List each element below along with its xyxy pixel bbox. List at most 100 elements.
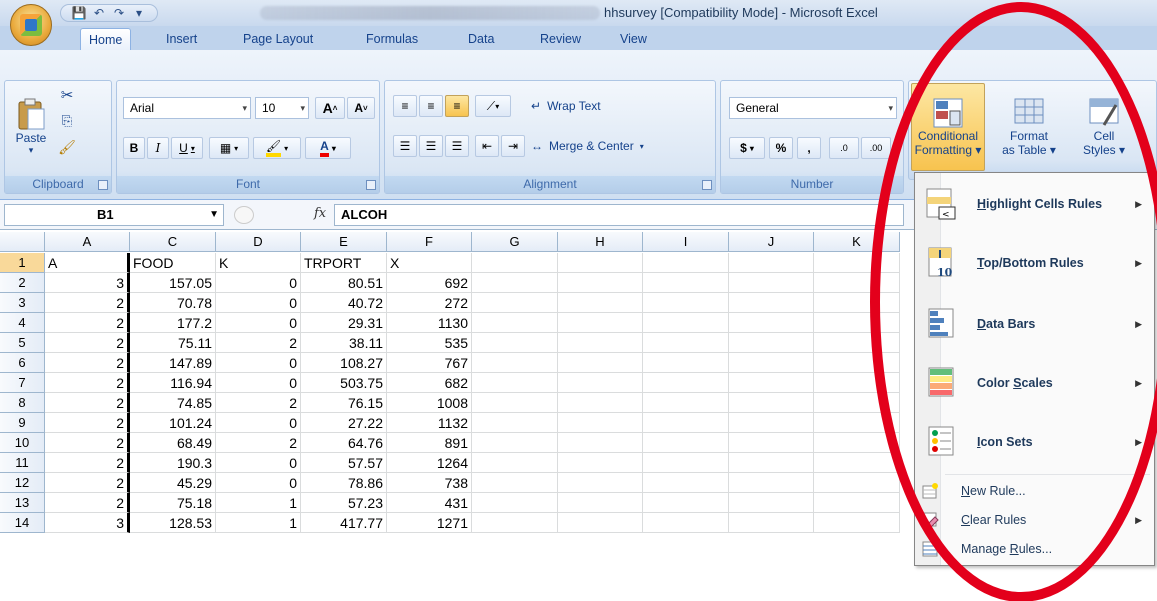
shrink-font-button[interactable]: A ˅ [347, 97, 375, 119]
row-header[interactable]: 13 [0, 493, 45, 513]
cell[interactable] [558, 293, 643, 313]
cell[interactable]: 2 [45, 333, 130, 353]
column-header[interactable]: G [472, 232, 558, 252]
cell[interactable]: 767 [387, 353, 472, 373]
office-button[interactable] [10, 4, 52, 46]
cell[interactable] [729, 473, 814, 493]
cell[interactable]: 75.11 [130, 333, 216, 353]
cell[interactable]: 108.27 [301, 353, 387, 373]
cell[interactable]: FOOD [130, 253, 216, 273]
cell[interactable] [729, 253, 814, 273]
cell[interactable] [814, 393, 900, 413]
cell[interactable] [729, 513, 814, 533]
align-top-icon[interactable]: ≡ [393, 95, 417, 117]
cell[interactable] [814, 413, 900, 433]
decrease-decimal-button[interactable]: .00 [861, 137, 891, 159]
borders-button[interactable]: ▦ ▾ [209, 137, 249, 159]
cell[interactable] [558, 313, 643, 333]
cell[interactable]: 45.29 [130, 473, 216, 493]
cell[interactable]: 682 [387, 373, 472, 393]
cell[interactable]: 1264 [387, 453, 472, 473]
cell[interactable] [729, 333, 814, 353]
cell[interactable] [643, 313, 729, 333]
cell[interactable] [814, 373, 900, 393]
cell[interactable] [814, 313, 900, 333]
cell[interactable]: 64.76 [301, 433, 387, 453]
comma-button[interactable]: , [797, 137, 821, 159]
save-icon[interactable]: 💾 [71, 6, 87, 20]
cell[interactable]: K [216, 253, 301, 273]
percent-button[interactable]: % [769, 137, 793, 159]
font-name-select[interactable]: Arial ▾ [123, 97, 251, 119]
cell[interactable] [729, 493, 814, 513]
row-header[interactable]: 2 [0, 273, 45, 293]
name-box[interactable]: B1 ▼ [4, 204, 224, 226]
cell[interactable] [472, 333, 558, 353]
cell[interactable] [643, 273, 729, 293]
cell[interactable] [472, 513, 558, 533]
cell[interactable] [472, 413, 558, 433]
cell[interactable]: 1130 [387, 313, 472, 333]
cell[interactable]: 190.3 [130, 453, 216, 473]
align-middle-icon[interactable]: ≡ [419, 95, 443, 117]
cell[interactable]: 535 [387, 333, 472, 353]
cell[interactable]: 40.72 [301, 293, 387, 313]
font-size-select[interactable]: 10 ▾ [255, 97, 309, 119]
cell[interactable]: TRPORT [301, 253, 387, 273]
bold-button[interactable]: B [123, 137, 145, 159]
cell[interactable] [814, 293, 900, 313]
cell[interactable] [472, 473, 558, 493]
cell[interactable] [643, 373, 729, 393]
menu-item-color-scales[interactable]: Color Scales ▶ [915, 354, 1154, 412]
cell[interactable]: 692 [387, 273, 472, 293]
cell[interactable]: 78.86 [301, 473, 387, 493]
insert-function-icon[interactable]: fx [314, 206, 326, 221]
cell[interactable] [814, 433, 900, 453]
cell[interactable] [814, 473, 900, 493]
cell[interactable] [814, 513, 900, 533]
cell[interactable]: 0 [216, 413, 301, 433]
cell[interactable] [558, 253, 643, 273]
cell[interactable]: 1 [216, 513, 301, 533]
cell[interactable]: 431 [387, 493, 472, 513]
cell[interactable]: 2 [45, 433, 130, 453]
cell[interactable]: 27.22 [301, 413, 387, 433]
cell[interactable]: 68.49 [130, 433, 216, 453]
menu-item-new-rule[interactable]: New Rule... [915, 477, 1154, 505]
fill-color-button[interactable]: 🖌 ▾ [253, 137, 301, 159]
font-color-button[interactable]: A ▾ [305, 137, 351, 159]
cell[interactable]: 116.94 [130, 373, 216, 393]
cell[interactable] [729, 353, 814, 373]
cell[interactable]: 0 [216, 453, 301, 473]
cell[interactable] [643, 253, 729, 273]
cell[interactable] [643, 473, 729, 493]
cell[interactable]: 29.31 [301, 313, 387, 333]
cell[interactable] [729, 413, 814, 433]
cell[interactable]: 57.23 [301, 493, 387, 513]
cell[interactable]: X [387, 253, 472, 273]
formula-input[interactable]: ALCOH [334, 204, 904, 226]
cell[interactable]: 3 [45, 273, 130, 293]
menu-item-data-bars[interactable]: Data Bars ▶ [915, 295, 1154, 353]
wrap-text-button[interactable]: ↵ Wrap Text [531, 95, 601, 117]
customize-qat-icon[interactable]: ▾ [131, 6, 147, 20]
cell[interactable] [558, 353, 643, 373]
cell[interactable]: 417.77 [301, 513, 387, 533]
increase-decimal-button[interactable]: .0 [829, 137, 859, 159]
cell[interactable] [558, 393, 643, 413]
tab-view[interactable]: View [612, 28, 655, 50]
cell[interactable]: 70.78 [130, 293, 216, 313]
menu-item-highlight-cells-rules[interactable]: < Highlight Cells Rules ▶ [915, 175, 1154, 233]
grow-font-button[interactable]: A ˄ [315, 97, 345, 119]
tab-page-layout[interactable]: Page Layout [235, 28, 321, 50]
column-header[interactable]: H [558, 232, 643, 252]
tab-data[interactable]: Data [460, 28, 502, 50]
row-header[interactable]: 10 [0, 433, 45, 453]
cell[interactable]: 3 [45, 513, 130, 533]
cell[interactable] [558, 433, 643, 453]
align-left-icon[interactable]: ☰ [393, 135, 417, 157]
decrease-indent-icon[interactable]: ⇤ [475, 135, 499, 157]
cell[interactable]: 0 [216, 473, 301, 493]
cell[interactable]: 80.51 [301, 273, 387, 293]
underline-button[interactable]: U ▾ [171, 137, 203, 159]
